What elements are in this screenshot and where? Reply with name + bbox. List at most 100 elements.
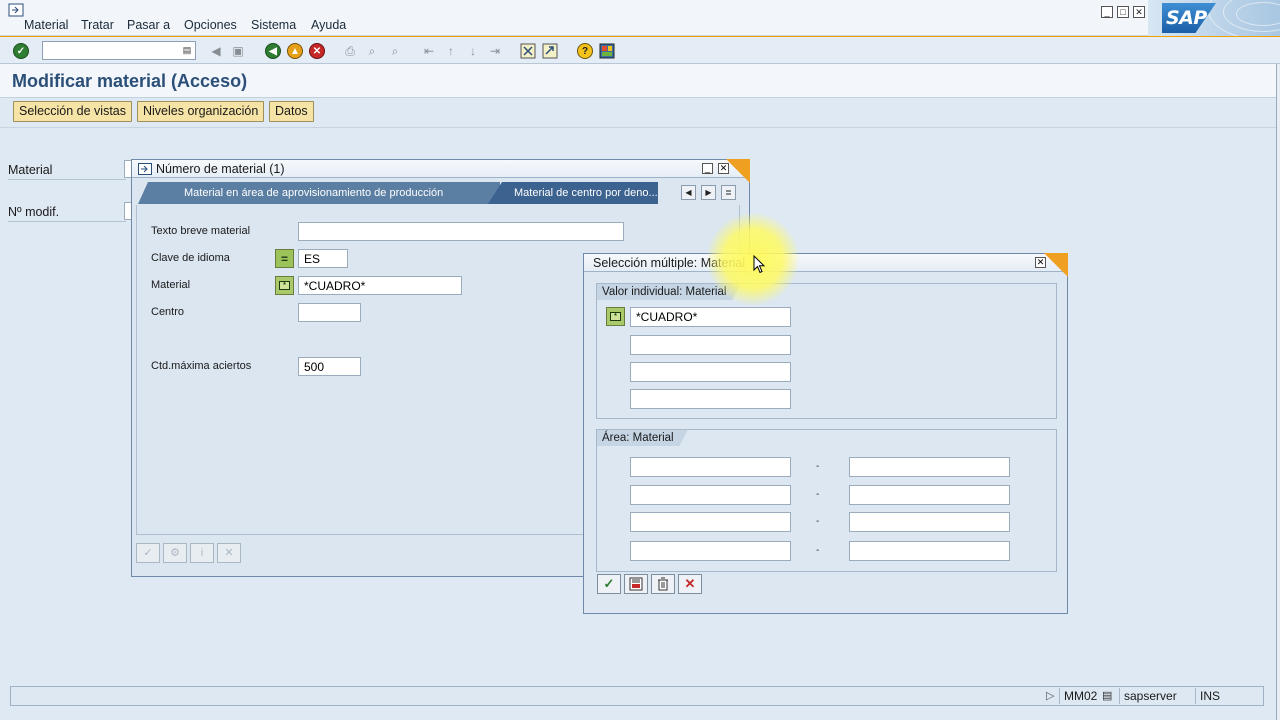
last-page-icon[interactable]: ⇥	[486, 42, 504, 60]
short-text-label: Texto breve material	[151, 225, 251, 237]
status-bar: ▷ MM02 ▤ sapserver INS	[10, 686, 1264, 706]
range-to-input-1[interactable]	[849, 457, 1010, 477]
range-separator: -	[816, 461, 820, 472]
range-to-input-2[interactable]	[849, 485, 1010, 505]
server-name: sapserver	[1119, 688, 1181, 704]
sap-logo: SAP	[1148, 0, 1280, 36]
back-icon[interactable]: ◀	[264, 42, 282, 60]
command-history-icon[interactable]: ▤	[181, 44, 193, 57]
menu-pasar-a[interactable]: Pasar a	[127, 18, 170, 32]
change-number-underline	[8, 221, 126, 222]
range-from-input-2[interactable]	[630, 485, 791, 505]
menu-bar: Material Tratar Pasar a Opciones Sistema…	[0, 0, 1280, 36]
range-separator: -	[816, 545, 820, 556]
mouse-pointer-icon	[753, 255, 765, 274]
dialog-menu-icon[interactable]	[138, 163, 152, 175]
range-from-input-1[interactable]	[630, 457, 791, 477]
find-next-icon[interactable]: ⌕	[386, 42, 404, 60]
menu-opciones[interactable]: Opciones	[184, 18, 237, 32]
ranges-header: Área: Material	[597, 430, 688, 446]
plant-input[interactable]	[298, 303, 361, 322]
single-value-input-4[interactable]	[630, 389, 791, 409]
close-window-icon[interactable]: ✕	[1133, 6, 1145, 18]
transaction-code: MM02	[1059, 688, 1101, 704]
range-to-input-3[interactable]	[849, 512, 1010, 532]
save-icon[interactable]: ▣	[229, 42, 247, 60]
insert-mode: INS	[1195, 688, 1224, 704]
range-from-input-4[interactable]	[630, 541, 791, 561]
tab-plant-material[interactable]: Material de centro por deno...	[488, 182, 658, 204]
status-list-icon[interactable]: ▤	[1102, 689, 1112, 702]
single-value-input-1[interactable]	[630, 307, 791, 327]
equals-option-icon[interactable]: =	[275, 249, 294, 268]
max-hits-input[interactable]	[298, 357, 361, 376]
new-session-icon[interactable]	[519, 42, 537, 60]
maximize-icon[interactable]: □	[1117, 6, 1129, 18]
exit-icon[interactable]: ▲	[286, 42, 304, 60]
page-title: Modificar material (Acceso)	[12, 71, 248, 91]
info-button-disabled[interactable]: i	[190, 543, 214, 563]
range-separator: -	[816, 489, 820, 500]
previous-page-icon[interactable]: ↑	[442, 42, 460, 60]
single-value-input-2[interactable]	[630, 335, 791, 355]
search-options-button-disabled[interactable]: ⚙	[163, 543, 187, 563]
minimize-icon[interactable]: _	[1101, 6, 1113, 18]
short-text-input[interactable]	[298, 222, 624, 241]
single-value-input-3[interactable]	[630, 362, 791, 382]
cancel-icon[interactable]: ✕	[308, 42, 326, 60]
language-input[interactable]	[298, 249, 348, 268]
help-icon[interactable]: ?	[576, 42, 594, 60]
tab-list-icon[interactable]: ≣	[721, 185, 736, 200]
org-levels-button[interactable]: Niveles organización	[137, 101, 265, 122]
menu-tratar[interactable]: Tratar	[81, 18, 114, 32]
delete-button[interactable]	[651, 574, 675, 594]
window-right-edge	[1276, 64, 1280, 720]
menu-sistema[interactable]: Sistema	[251, 18, 296, 32]
cancel-button[interactable]: ✕	[678, 574, 702, 594]
max-hits-label: Ctd.máxima aciertos	[151, 360, 252, 372]
cancel-button-disabled[interactable]: ✕	[217, 543, 241, 563]
title-bar: Modificar material (Acceso)	[0, 64, 1276, 98]
find-icon[interactable]: ⌕	[363, 42, 381, 60]
dialog-title-bar: Número de material (1) _ ✕	[132, 160, 749, 178]
application-toolbar: Selección de vistas Niveles organización…	[0, 98, 1276, 128]
single-value-pattern-icon[interactable]: *	[606, 307, 625, 326]
command-field[interactable]: ▤	[42, 41, 196, 60]
shortcut-icon[interactable]	[541, 42, 559, 60]
print-icon[interactable]: ⎙	[341, 42, 359, 60]
enter-icon[interactable]: ✓	[12, 42, 30, 60]
material-input[interactable]	[298, 276, 462, 295]
dialog2-title: Selección múltiple: Material	[593, 256, 746, 270]
menu-material[interactable]: Material	[24, 18, 68, 32]
ranges-group: Área: Material - - - -	[596, 429, 1057, 572]
single-values-header: Valor individual: Material	[597, 284, 740, 300]
dialog-minimize-icon[interactable]: _	[702, 163, 713, 174]
tab-scroll-left-icon[interactable]: ◀	[681, 185, 696, 200]
material-label-underline	[8, 179, 126, 180]
standard-toolbar: ✓ ▤ ◀ ▣ ◀ ▲ ✕ ⎙ ⌕ ⌕ ⇤ ↑ ↓ ⇥ ?	[0, 36, 1280, 64]
change-number-label: Nº modif.	[8, 205, 60, 219]
data-button[interactable]: Datos	[269, 101, 314, 122]
language-label: Clave de idioma	[151, 252, 230, 264]
dialog-corner-accent	[726, 159, 750, 183]
multiple-selection-dialog: Selección múltiple: Material ✕ Valor ind…	[583, 253, 1068, 614]
next-page-icon[interactable]: ↓	[464, 42, 482, 60]
tab-production-supply-area[interactable]: Material en área de aprovisionamiento de…	[138, 182, 500, 204]
pattern-option-icon[interactable]: *	[275, 276, 294, 295]
tabstrip: Material en área de aprovisionamiento de…	[136, 182, 744, 204]
continue-button-disabled[interactable]: ✓	[136, 543, 160, 563]
single-values-group: Valor individual: Material *	[596, 283, 1057, 419]
accept-button[interactable]: ✓	[597, 574, 621, 594]
range-from-input-3[interactable]	[630, 512, 791, 532]
select-views-button[interactable]: Selección de vistas	[13, 101, 133, 122]
previous-icon[interactable]: ◀	[207, 42, 225, 60]
range-to-input-4[interactable]	[849, 541, 1010, 561]
first-page-icon[interactable]: ⇤	[420, 42, 438, 60]
status-expand-icon[interactable]: ▷	[1046, 689, 1054, 702]
menu-ayuda[interactable]: Ayuda	[311, 18, 346, 32]
tab-scroll-right-icon[interactable]: ▶	[701, 185, 716, 200]
import-button[interactable]	[624, 574, 648, 594]
customize-layout-icon[interactable]	[598, 42, 616, 60]
plant-label: Centro	[151, 306, 185, 318]
app-menu-icon[interactable]	[8, 3, 24, 17]
